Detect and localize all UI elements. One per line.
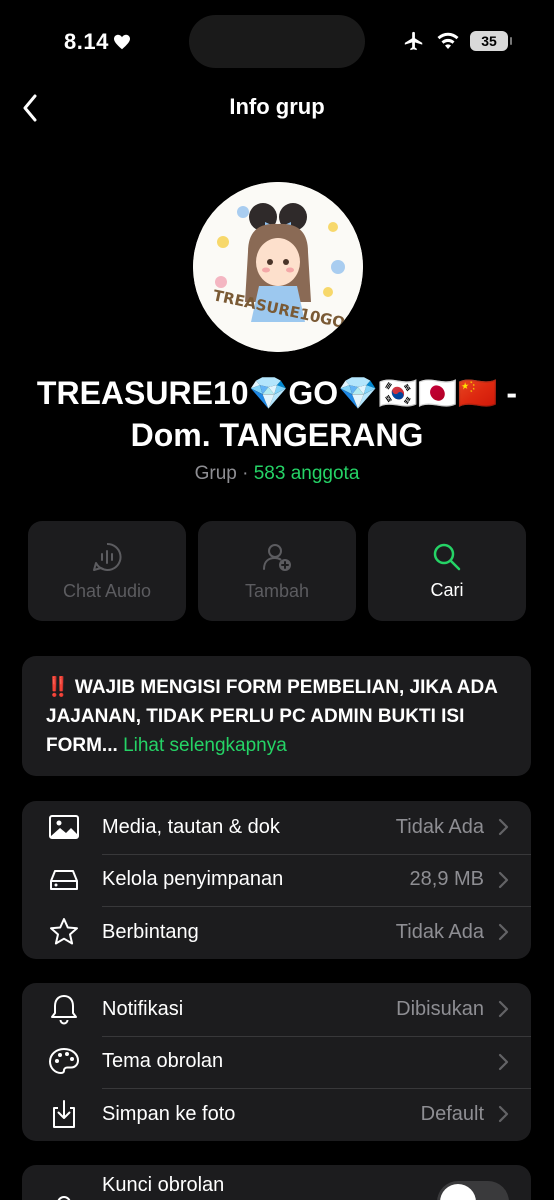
download-icon bbox=[48, 1098, 80, 1130]
member-count-link[interactable]: 583 anggota bbox=[254, 463, 360, 484]
nav-bar: Info grup bbox=[0, 80, 554, 136]
starred-row[interactable]: Berbintang Tidak Ada bbox=[22, 906, 531, 959]
palette-icon bbox=[48, 1046, 80, 1078]
chat-lock-row[interactable]: Kunci obrolan bbox=[22, 1165, 531, 1200]
wifi-icon bbox=[437, 32, 459, 49]
settings-section: Notifikasi Dibisukan Tema obrolan Simpan… bbox=[22, 983, 531, 1141]
status-icons: 35 bbox=[402, 30, 512, 52]
heart-icon bbox=[113, 34, 130, 50]
group-name: TREASURE10💎GO💎🇰🇷🇯🇵🇨🇳 - Dom. TANGERANG bbox=[0, 372, 554, 456]
avatar-illustration: TREASURE10GO bbox=[193, 182, 363, 352]
starred-value: Tidak Ada bbox=[395, 920, 484, 943]
storage-value: 28,9 MB bbox=[409, 868, 484, 891]
status-time-text: 8.14 bbox=[64, 29, 109, 54]
save-to-photos-value: Default bbox=[420, 1102, 484, 1125]
audio-chat-label: Chat Audio bbox=[62, 580, 152, 601]
chat-theme-label: Tema obrolan bbox=[102, 1050, 224, 1073]
chat-lock-label: Kunci obrolan bbox=[102, 1174, 225, 1196]
add-user-icon bbox=[263, 543, 291, 571]
audio-chat-button[interactable]: Chat Audio bbox=[28, 521, 186, 621]
storage-row[interactable]: Kelola penyimpanan 28,9 MB bbox=[22, 853, 531, 907]
search-button[interactable]: Cari bbox=[368, 521, 526, 621]
starred-label: Berbintang bbox=[102, 920, 199, 943]
chevron-right-icon bbox=[498, 819, 509, 836]
group-type: Grup bbox=[194, 463, 237, 484]
chevron-right-icon bbox=[498, 1106, 509, 1123]
see-more-link[interactable]: Lihat selengkapnya bbox=[123, 735, 287, 756]
battery-indicator: 35 bbox=[470, 31, 512, 51]
action-buttons: Chat Audio Tambah Cari bbox=[28, 521, 526, 621]
group-avatar[interactable]: TREASURE10GO bbox=[193, 182, 363, 352]
dynamic-island bbox=[189, 15, 365, 68]
notifications-value: Dibisukan bbox=[396, 997, 484, 1020]
add-member-button[interactable]: Tambah bbox=[198, 521, 356, 621]
star-icon bbox=[48, 916, 80, 948]
chevron-right-icon bbox=[498, 924, 509, 941]
notifications-row[interactable]: Notifikasi Dibisukan bbox=[22, 983, 531, 1036]
chat-lock-toggle[interactable] bbox=[437, 1181, 509, 1200]
group-subtitle: Grup · 583 anggota bbox=[0, 463, 554, 485]
bell-icon bbox=[48, 993, 80, 1025]
save-to-photos-row[interactable]: Simpan ke foto Default bbox=[22, 1088, 531, 1141]
audio-wave-icon bbox=[93, 542, 122, 571]
photo-icon bbox=[48, 811, 80, 843]
media-value: Tidak Ada bbox=[395, 815, 484, 838]
page-title: Info grup bbox=[229, 94, 325, 119]
chat-theme-row[interactable]: Tema obrolan bbox=[22, 1035, 531, 1089]
status-bar: 8.14 35 bbox=[0, 0, 554, 80]
search-label: Cari bbox=[430, 579, 464, 600]
save-to-photos-label: Simpan ke foto bbox=[102, 1102, 236, 1125]
lock-icon bbox=[48, 1193, 80, 1200]
chevron-right-icon bbox=[498, 1001, 509, 1018]
status-time: 8.14 bbox=[64, 29, 131, 55]
media-row[interactable]: Media, tautan & dok Tidak Ada bbox=[22, 801, 531, 854]
group-name-line2: Dom. TANGERANG bbox=[130, 417, 424, 453]
airplane-icon bbox=[404, 31, 423, 51]
lock-section: Kunci obrolan bbox=[22, 1165, 531, 1200]
group-name-line1: TREASURE10💎GO💎🇰🇷🇯🇵🇨🇳 - bbox=[36, 375, 518, 411]
chevron-right-icon bbox=[498, 871, 509, 888]
add-member-label: Tambah bbox=[244, 580, 310, 601]
subtitle-separator: · bbox=[236, 463, 254, 484]
storage-icon bbox=[48, 864, 80, 896]
group-description: ‼️ WAJIB MENGISI FORM PEMBELIAN, JIKA AD… bbox=[22, 656, 531, 776]
media-label: Media, tautan & dok bbox=[102, 815, 280, 838]
notifications-label: Notifikasi bbox=[102, 997, 184, 1020]
search-icon bbox=[433, 543, 461, 570]
chevron-right-icon bbox=[498, 1053, 509, 1070]
media-section: Media, tautan & dok Tidak Ada Kelola pen… bbox=[22, 801, 531, 959]
storage-label: Kelola penyimpanan bbox=[102, 868, 284, 891]
